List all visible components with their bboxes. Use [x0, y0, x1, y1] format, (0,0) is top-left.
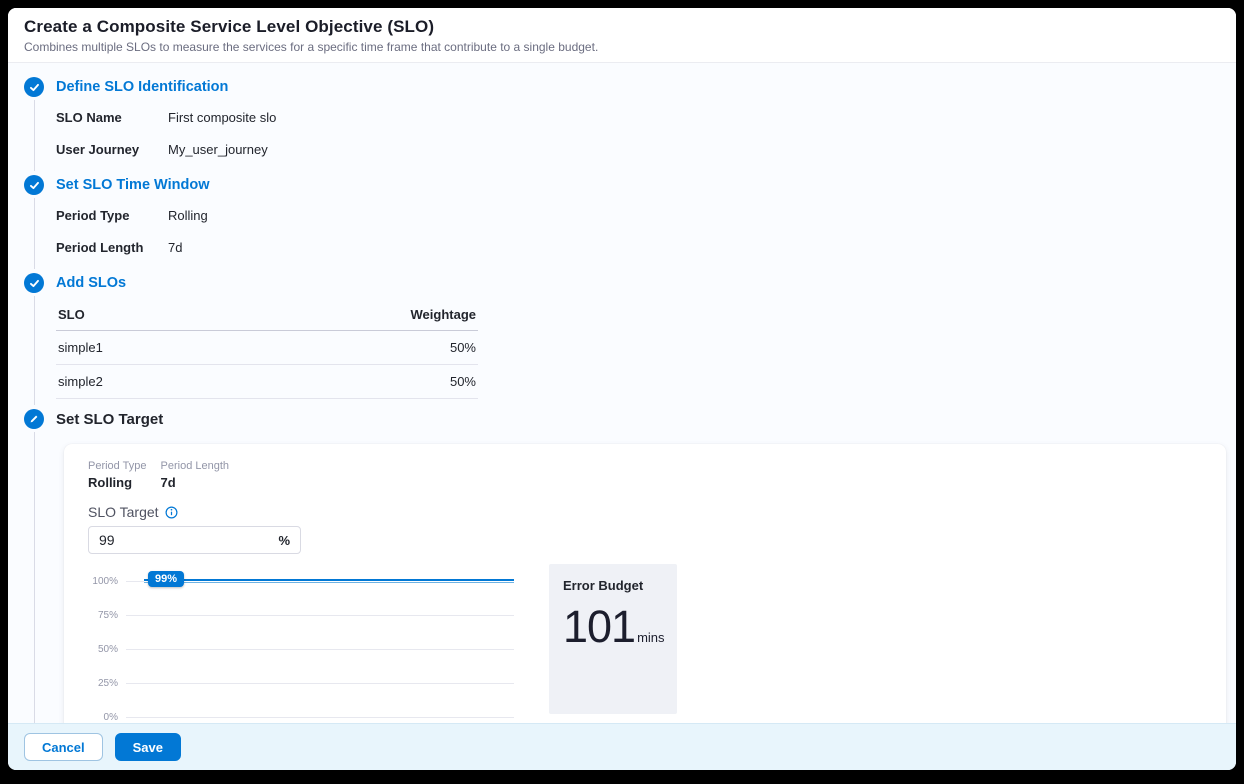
column-header-weightage: Weightage: [230, 299, 478, 331]
slos-weightage-table: SLO Weightage simple1 50% simple2 50%: [56, 299, 478, 399]
step-1-gutter: [24, 73, 56, 171]
save-button[interactable]: Save: [115, 733, 181, 761]
column-header-slo: SLO: [56, 299, 230, 331]
user-journey-value: My_user_journey: [168, 142, 268, 157]
y-tick-25: 25%: [88, 678, 126, 689]
step-4-gutter: [24, 405, 56, 723]
create-composite-slo-window: Create a Composite Service Level Objecti…: [8, 8, 1236, 770]
gridline: [126, 717, 514, 718]
step-3-gutter: [24, 269, 56, 405]
edit-circle-icon: [24, 409, 44, 429]
period-type-label: Period Type: [56, 208, 168, 223]
check-circle-icon: [24, 175, 44, 195]
error-budget-label: Error Budget: [563, 578, 663, 593]
gridline: [126, 649, 514, 650]
error-budget-unit: mins: [637, 630, 664, 645]
slo-cell: simple2: [56, 365, 230, 399]
gridline: [126, 683, 514, 684]
period-length-label: Period Length: [56, 240, 168, 255]
period-type-value: Rolling: [88, 475, 147, 490]
period-length-value: 7d: [168, 240, 182, 255]
table-header-row: SLO Weightage: [56, 299, 478, 331]
slo-target-input[interactable]: [89, 527, 259, 553]
field-row: User Journey My_user_journey: [56, 133, 1220, 165]
page-title: Create a Composite Service Level Objecti…: [24, 17, 1220, 37]
wizard-footer: Cancel Save: [8, 723, 1236, 770]
step-title-set-slo-time-window[interactable]: Set SLO Time Window: [56, 171, 1220, 199]
stepper-connector: [34, 100, 35, 171]
period-summary: Period Type Rolling Period Length 7d: [88, 460, 1202, 490]
stepper-connector: [34, 296, 35, 405]
slo-cell: simple1: [56, 331, 230, 365]
period-type-value: Rolling: [168, 208, 208, 223]
period-length-label: Period Length: [161, 460, 230, 472]
page-header: Create a Composite Service Level Objecti…: [8, 8, 1236, 63]
y-tick-0: 0%: [88, 712, 126, 723]
period-length-value: 7d: [161, 475, 230, 490]
info-icon[interactable]: [165, 506, 178, 519]
table-row: simple2 50%: [56, 365, 478, 399]
step-add-slos: Add SLOs SLO Weightage simple1 50%: [24, 269, 1220, 405]
target-slider-track[interactable]: 99%: [144, 579, 514, 583]
step-title-define-slo-identification[interactable]: Define SLO Identification: [56, 73, 1220, 101]
field-row: SLO Name First composite slo: [56, 101, 1220, 133]
check-circle-icon: [24, 273, 44, 293]
step-title-add-slos[interactable]: Add SLOs: [56, 269, 1220, 297]
stepper-connector: [34, 198, 35, 269]
target-chart-row: 100% 75% 50% 25% 0% 99% Error Budget: [88, 564, 1202, 723]
slo-name-label: SLO Name: [56, 110, 168, 125]
step-set-slo-time-window: Set SLO Time Window Period Type Rolling …: [24, 171, 1220, 269]
slo-target-input-wrap: %: [88, 526, 301, 554]
period-type-label: Period Type: [88, 460, 147, 472]
step-2-gutter: [24, 171, 56, 269]
step-title-set-slo-target[interactable]: Set SLO Target: [56, 405, 1220, 434]
slo-target-chart: 100% 75% 50% 25% 0% 99%: [88, 564, 514, 723]
wizard-body: Define SLO Identification SLO Name First…: [8, 63, 1236, 723]
cancel-button[interactable]: Cancel: [24, 733, 103, 761]
field-row: Period Length 7d: [56, 231, 1220, 263]
weightage-cell: 50%: [230, 331, 478, 365]
user-journey-label: User Journey: [56, 142, 168, 157]
y-tick-75: 75%: [88, 610, 126, 621]
stepper-connector: [34, 432, 35, 723]
y-tick-100: 100%: [88, 576, 126, 587]
table-row: simple1 50%: [56, 331, 478, 365]
step-define-slo-identification: Define SLO Identification SLO Name First…: [24, 73, 1220, 171]
slo-target-label: SLO Target: [88, 504, 159, 520]
field-row: Period Type Rolling: [56, 199, 1220, 231]
target-slider-handle[interactable]: 99%: [148, 571, 184, 587]
slo-name-value: First composite slo: [168, 110, 276, 125]
page-subtitle: Combines multiple SLOs to measure the se…: [24, 40, 1220, 54]
error-budget-tile: Error Budget 101 mins: [549, 564, 677, 714]
check-circle-icon: [24, 77, 44, 97]
weightage-cell: 50%: [230, 365, 478, 399]
percent-suffix: %: [278, 533, 290, 548]
step-set-slo-target: Set SLO Target Period Type Rolling Perio…: [24, 405, 1220, 723]
slo-target-card: Period Type Rolling Period Length 7d SLO…: [64, 444, 1226, 723]
gridline: [126, 615, 514, 616]
y-tick-50: 50%: [88, 644, 126, 655]
error-budget-value: 101: [563, 601, 635, 653]
